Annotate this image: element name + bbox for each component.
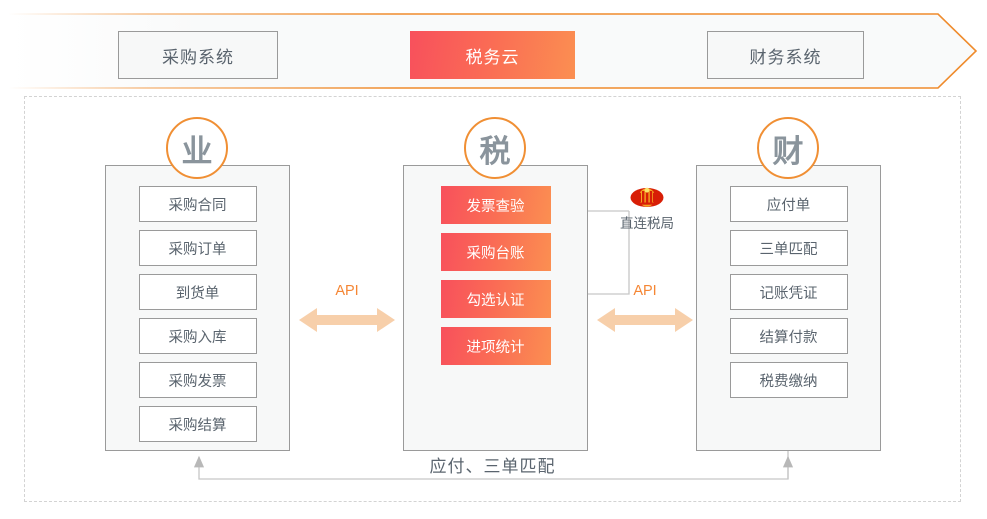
panel-tax: 发票查验 采购台账 勾选认证 进项统计 <box>403 165 588 451</box>
card-label: 采购合同 <box>168 197 227 214</box>
banner-item-label: 采购系统 <box>162 47 234 67</box>
bidirectional-arrow-icon <box>299 308 395 332</box>
card-label: 应付单 <box>766 197 811 214</box>
card-label: 采购台账 <box>466 245 525 262</box>
card-purchase-settlement[interactable]: 采购结算 <box>138 406 257 442</box>
card-purchase-order[interactable]: 采购订单 <box>138 230 257 266</box>
bottom-connector-label: 应付、三单匹配 <box>429 457 556 476</box>
card-purchase-contract[interactable]: 采购合同 <box>138 186 257 222</box>
tax-bureau-label: 直连税局 <box>620 216 674 231</box>
card-purchase-invoice[interactable]: 采购发票 <box>138 362 257 398</box>
api-connector-right: API <box>595 283 695 337</box>
banner-item-label: 财务系统 <box>749 47 822 67</box>
card-input-statistics[interactable]: 进项统计 <box>440 327 551 365</box>
top-banner: 采购系统 税务云 财务系统 <box>0 6 987 90</box>
card-label: 采购订单 <box>168 241 227 258</box>
card-check-certification[interactable]: 勾选认证 <box>440 280 551 318</box>
card-delivery-note[interactable]: 到货单 <box>138 274 257 310</box>
card-label: 结算付款 <box>759 329 818 346</box>
card-purchase-inbound[interactable]: 采购入库 <box>138 318 257 354</box>
tax-bureau-emblem-icon <box>630 185 664 210</box>
card-label: 三单匹配 <box>759 241 818 258</box>
badge-label: 业 <box>181 133 213 169</box>
badge-label: 税 <box>479 133 511 169</box>
panel-finance: 应付单 三单匹配 记账凭证 结算付款 税费缴纳 <box>696 165 881 451</box>
card-settlement-payment[interactable]: 结算付款 <box>729 318 848 354</box>
card-label: 采购结算 <box>168 417 227 434</box>
banner-item-purchase-system[interactable]: 采购系统 <box>118 31 278 79</box>
diagram-container: 采购合同 采购订单 到货单 采购入库 采购发票 采购结算 业 发票查验 采购台账… <box>24 96 961 502</box>
card-label: 税费缴纳 <box>759 373 818 390</box>
api-label: API <box>633 283 657 299</box>
card-tax-payment[interactable]: 税费缴纳 <box>729 362 848 398</box>
card-three-way-match[interactable]: 三单匹配 <box>729 230 848 266</box>
card-label: 发票查验 <box>466 198 525 215</box>
banner-item-label: 税务云 <box>465 47 520 67</box>
card-accounting-voucher[interactable]: 记账凭证 <box>729 274 848 310</box>
card-label: 记账凭证 <box>759 285 818 302</box>
panel-tax-items: 发票查验 采购台账 勾选认证 进项统计 <box>404 186 587 374</box>
card-label: 进项统计 <box>466 339 525 356</box>
panel-business: 采购合同 采购订单 到货单 采购入库 采购发票 采购结算 <box>105 165 290 451</box>
panel-business-items: 采购合同 采购订单 到货单 采购入库 采购发票 采购结算 <box>106 186 289 450</box>
card-payable[interactable]: 应付单 <box>729 186 848 222</box>
tax-bureau-node[interactable]: 直连税局 <box>603 185 691 247</box>
card-invoice-verification[interactable]: 发票查验 <box>440 186 551 224</box>
api-connector-left: API <box>297 283 397 337</box>
badge-finance: 财 <box>757 117 819 179</box>
banner-item-finance-system[interactable]: 财务系统 <box>707 31 864 79</box>
card-label: 到货单 <box>175 285 220 302</box>
badge-label: 财 <box>772 133 804 169</box>
card-label: 采购入库 <box>168 329 227 346</box>
api-label: API <box>335 283 359 299</box>
card-label: 勾选认证 <box>466 292 525 309</box>
card-purchase-ledger[interactable]: 采购台账 <box>440 233 551 271</box>
banner-item-tax-cloud[interactable]: 税务云 <box>410 31 575 79</box>
panel-finance-items: 应付单 三单匹配 记账凭证 结算付款 税费缴纳 <box>697 186 880 406</box>
bidirectional-arrow-icon <box>597 308 693 332</box>
card-label: 采购发票 <box>168 373 227 390</box>
badge-business: 业 <box>166 117 228 179</box>
badge-tax: 税 <box>464 117 526 179</box>
